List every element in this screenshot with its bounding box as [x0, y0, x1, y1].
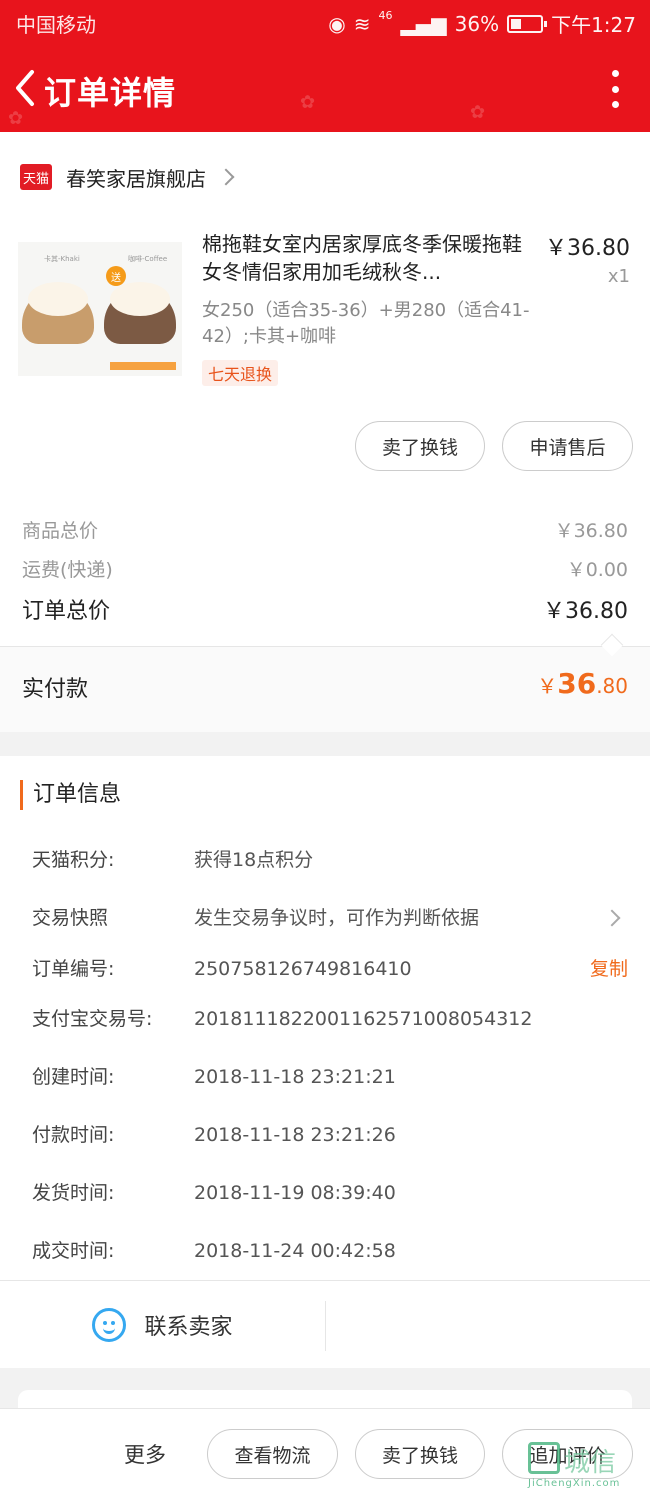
info-key: 创建时间:	[32, 1066, 115, 1088]
page-title: 订单详情	[44, 74, 177, 112]
goods-total-label: 商品总价	[22, 520, 99, 542]
info-key: 发货时间:	[32, 1182, 115, 1204]
points-row: 天猫积分: 获得18点积分	[32, 845, 628, 875]
chevron-right-icon	[603, 909, 621, 927]
order-info-card: 订单信息 天猫积分: 获得18点积分 交易快照 发生交易争议时，可作为判断依据 …	[0, 756, 650, 1368]
product-price: ￥36.80	[545, 236, 630, 261]
info-key: 成交时间:	[32, 1240, 115, 1262]
network-label: 46	[378, 9, 393, 22]
shop-row[interactable]: 天猫 春笑家居旗舰店	[0, 154, 650, 200]
wifi-icon: ≋	[353, 11, 371, 36]
shipping-value: ￥0.00	[566, 559, 628, 581]
paid-box: 实付款 ￥36.80	[0, 647, 650, 732]
return-badge: 七天退换	[202, 360, 279, 386]
carrier-label: 中国移动	[16, 13, 96, 37]
deal-time-row: 成交时间: 2018-11-24 00:42:58	[32, 1236, 628, 1266]
paid-currency: ￥	[537, 674, 558, 698]
info-value: 发生交易争议时，可作为判断依据	[194, 907, 480, 929]
order-total-value: ￥36.80	[543, 599, 628, 624]
more-button[interactable]: 更多	[124, 1439, 166, 1469]
shipped-time-row: 发货时间: 2018-11-19 08:39:40	[32, 1178, 628, 1208]
info-key: 交易快照	[32, 907, 109, 929]
alipay-number-row: 支付宝交易号: 2018111822001162571008054312	[32, 1004, 628, 1034]
view-logistics-button[interactable]: 查看物流	[207, 1429, 338, 1479]
info-key: 付款时间:	[32, 1124, 115, 1146]
eye-icon: ◉	[328, 11, 346, 36]
signal-icon: ▂▄▆	[400, 11, 447, 36]
info-value: 2018-11-24 00:42:58	[194, 1240, 396, 1262]
slipper-fur	[110, 282, 170, 316]
gift-tag: 送	[106, 266, 126, 286]
more-options-icon[interactable]	[610, 70, 620, 108]
info-key: 天猫积分:	[32, 849, 115, 871]
created-time-row: 创建时间: 2018-11-18 23:21:21	[32, 1062, 628, 1092]
info-value: 2018-11-18 23:21:26	[194, 1124, 396, 1146]
image-label: 卡其-Khaki	[44, 255, 80, 263]
tmall-logo: 天猫	[20, 164, 52, 190]
section-title: 订单信息	[20, 780, 121, 810]
slipper-fur	[28, 282, 88, 316]
info-value: 2018111822001162571008054312	[194, 1008, 533, 1030]
chevron-right-icon	[217, 168, 235, 186]
paid-decimal: .80	[596, 674, 628, 698]
status-bar: 中国移动 ◉ ≋ 46 ▂▄▆ 36% 下午1:27	[0, 0, 650, 46]
after-sale-button[interactable]: 申请售后	[502, 421, 633, 471]
product-spec: 女250（适合35-36）+男280（适合41-42）;卡其+咖啡	[202, 300, 530, 347]
product-title[interactable]: 棉拖鞋女室内居家厚底冬季保暖拖鞋女冬情侣家用加毛绒秋冬...	[202, 230, 537, 286]
info-key: 支付宝交易号:	[32, 1008, 153, 1030]
status-icons: ◉ ≋ 46 ▂▄▆ 36% 下午1:27	[328, 9, 636, 38]
sell-exchange-button[interactable]: 卖了换钱	[355, 421, 485, 471]
clock: 下午1:27	[551, 13, 636, 37]
watermark-url: JiChengXin.com	[528, 1478, 621, 1489]
product-image[interactable]: 卡其-Khaki 咖啡-Coffee 送	[18, 242, 182, 376]
divider	[0, 646, 650, 647]
watermark-text: 城信	[564, 1448, 617, 1478]
info-key: 订单编号:	[32, 958, 115, 980]
info-value: 2018-11-18 23:21:21	[194, 1066, 396, 1088]
watermark: 城信 JiChengXin.com	[528, 1442, 646, 1492]
shop-name[interactable]: 春笑家居旗舰店	[66, 163, 206, 192]
battery-icon	[507, 14, 548, 33]
header: ✿ ✿ ✿ 中国移动 ◉ ≋ 46 ▂▄▆ 36% 下午1:27 订单详情	[0, 0, 650, 132]
info-value: 2018-11-19 08:39:40	[194, 1182, 396, 1204]
contact-seller-label: 联系卖家	[144, 1314, 233, 1340]
info-value: 250758126749816410	[194, 958, 412, 980]
product-quantity: x1	[607, 266, 630, 287]
snapshot-row[interactable]: 交易快照 发生交易争议时，可作为判断依据	[32, 903, 628, 933]
watermark-logo-icon	[528, 1442, 560, 1474]
battery-percent: 36%	[454, 11, 500, 36]
order-total-row: 订单总价 ￥36.80	[22, 593, 628, 625]
divider	[325, 1301, 326, 1351]
order-number-row: 订单编号: 250758126749816410 复制	[32, 954, 628, 984]
goods-total-row: 商品总价 ￥36.80	[22, 516, 628, 543]
paid-integer: 36	[557, 667, 597, 700]
paid-time-row: 付款时间: 2018-11-18 23:21:26	[32, 1120, 628, 1150]
sell-exchange-button[interactable]: 卖了换钱	[355, 1429, 485, 1479]
order-total-label: 订单总价	[22, 599, 111, 624]
chat-smile-icon	[92, 1307, 127, 1342]
contact-seller-button[interactable]: 联系卖家	[0, 1281, 325, 1368]
image-label: 咖啡-Coffee	[128, 255, 168, 263]
product-card: 天猫 春笑家居旗舰店 卡其-Khaki 咖啡-Coffee 送 棉拖鞋女室内居家…	[0, 132, 650, 732]
paid-amount: ￥36.80	[537, 667, 628, 700]
copy-button[interactable]: 复制	[590, 954, 628, 984]
nav-bar: 订单详情	[0, 58, 650, 122]
goods-total-value: ￥36.80	[554, 520, 628, 542]
shipping-label: 运费(快递)	[22, 559, 113, 581]
info-value: 获得18点积分	[194, 849, 314, 871]
paid-label: 实付款	[22, 677, 89, 702]
image-ribbon	[110, 362, 176, 370]
shipping-row: 运费(快递) ￥0.00	[22, 555, 628, 582]
